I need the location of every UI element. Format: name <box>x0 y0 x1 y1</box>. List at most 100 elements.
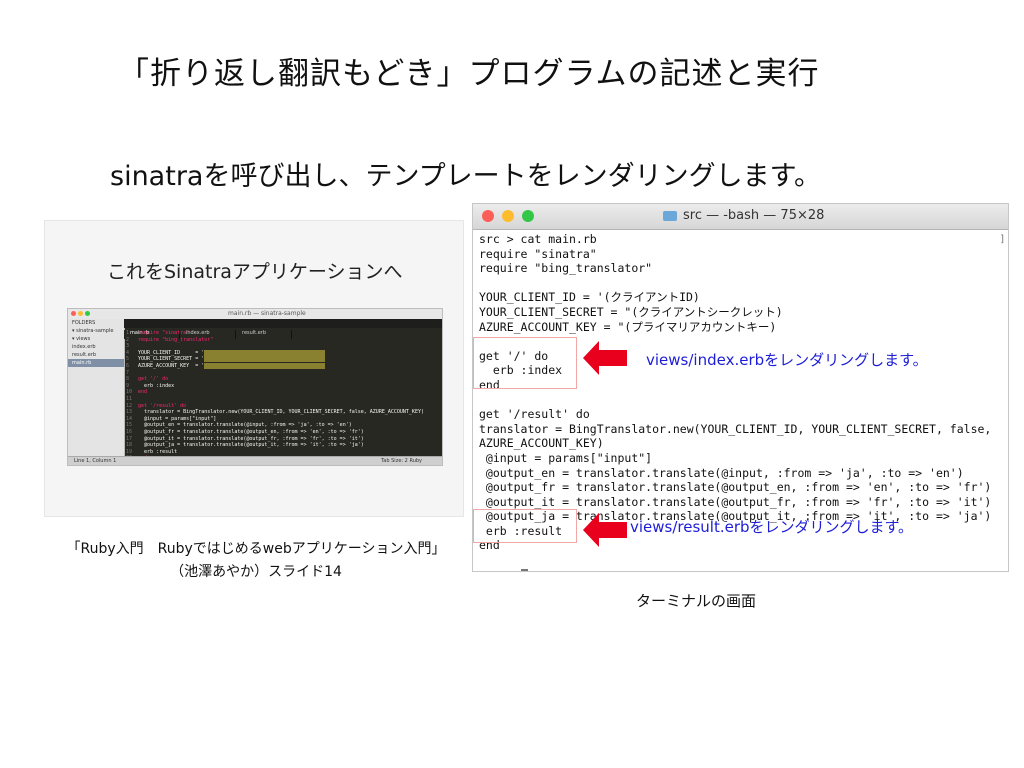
sidebar-item: ▾ views <box>72 336 91 342</box>
left-arrow-icon <box>583 513 627 547</box>
left-arrow-icon <box>583 341 627 375</box>
note-index-render: views/index.erbをレンダリングします。 <box>646 351 928 369</box>
terminal-line: YOUR_CLIENT_SECRET = "(クライアントシークレット) <box>479 304 783 319</box>
editor-code-line: 17 @output_it = translator.translate(@ou… <box>126 436 442 443</box>
minimize-light-icon <box>78 311 83 316</box>
highlight-result-render <box>473 509 577 543</box>
highlight-index-route <box>473 337 577 389</box>
code-text: require "bing_translator" <box>138 336 214 343</box>
editor-code-line: 9 erb :index <box>126 383 442 390</box>
editor-code-line: 8 get '/' do <box>126 376 442 383</box>
code-text: @output_ja = translator.translate(@outpu… <box>138 442 364 449</box>
line-number: 15 <box>126 422 133 429</box>
line-number: 13 <box>126 409 133 416</box>
terminal-line: @input = params["input"] <box>479 450 653 465</box>
editor-code-line: 15 @output_en = translator.translate(@in… <box>126 422 442 429</box>
line-number: 12 <box>126 402 133 409</box>
line-number: 17 <box>126 435 133 442</box>
slide-title: 「折り返し翻訳もどき」プログラムの記述と実行 <box>118 56 820 92</box>
terminal-line: YOUR_CLIENT_ID = '(クライアントID) <box>479 290 700 305</box>
terminal-line: src > <box>479 568 994 571</box>
line-number: 2 <box>126 336 130 343</box>
terminal-line: @output_it = translator.translate(@outpu… <box>479 494 992 509</box>
status-left: Line 1, Column 1 <box>74 458 117 464</box>
terminal-line: translator = BingTranslator.new(YOUR_CLI… <box>479 421 992 436</box>
code-text: @input = params["input"] <box>138 415 217 422</box>
terminal-titlebar: src — -bash — 75×28 <box>473 204 1008 230</box>
editor-code-line: 11 <box>126 396 442 403</box>
code-text: erb :index <box>138 382 175 389</box>
editor-code-area: 1 require "sinatra" 2 require "bing_transla… <box>126 330 442 465</box>
code-text: require "sinatra" <box>138 330 190 336</box>
terminal-line: @output_fr = translator.translate(@outpu… <box>479 480 992 495</box>
editor-code-line: 5 YOUR_CLIENT_SECRET = ' <box>126 356 442 363</box>
sidebar-item: index.erb <box>72 344 96 350</box>
sidebar-item: FOLDERS <box>72 320 96 326</box>
editor-code-line: 18 @output_ja = translator.translate(@ou… <box>126 442 442 449</box>
code-text: YOUR_CLIENT_ID = ' <box>138 349 205 356</box>
terminal-line: get '/result' do <box>479 407 590 422</box>
editor-code-line: 16 @output_fr = translator.translate(@ou… <box>126 429 442 436</box>
caption-line-1: 「Ruby入門 Rubyではじめるwebアプリケーション入門」 <box>66 541 446 557</box>
line-number: 9 <box>126 382 130 389</box>
terminal-line: src > cat main.rb <box>479 232 597 246</box>
sidebar-item: result.erb <box>72 352 97 358</box>
terminal-cursor <box>520 568 528 571</box>
editor-code-line: 4 YOUR_CLIENT_ID = ' <box>126 349 442 357</box>
line-number: 1 <box>126 330 130 336</box>
scroll-bracket-icon: ] <box>1000 234 1004 245</box>
code-text: erb :result <box>138 448 178 455</box>
close-light-icon <box>71 311 76 316</box>
code-text: get '/' do <box>138 376 169 383</box>
code-text: @output_it = translator.translate(@outpu… <box>138 435 364 442</box>
code-text: end <box>138 389 148 396</box>
terminal-line: require "sinatra" <box>479 246 597 261</box>
thumbnail-heading: これをSinatraアプリケーションへ <box>107 261 403 283</box>
sidebar-item-selected: main.rb <box>68 359 124 367</box>
code-text: @output_fr = translator.translate(@outpu… <box>138 428 364 435</box>
line-number: 11 <box>126 395 133 402</box>
line-number: 18 <box>126 442 133 449</box>
line-number: 5 <box>126 356 130 363</box>
minimize-light-icon <box>502 210 514 222</box>
terminal-line: AZURE_ACCOUNT_KEY = "(プライマリアカウントキー) <box>479 319 777 334</box>
note-result-render: views/result.erbをレンダリングします。 <box>630 518 914 536</box>
status-right: Tab Size: 2 Ruby <box>381 458 422 464</box>
editor-code-line: 14 @input = params["input"] <box>126 416 442 423</box>
terminal-caption: ターミナルの画面 <box>636 592 757 610</box>
sidebar-item: ▾ sinatra-sample <box>72 328 114 334</box>
caption-line-2: （池澤あやか）スライド14 <box>170 564 342 580</box>
editor-code-line: 10 end <box>126 389 442 396</box>
terminal-title: src — -bash — 75×28 <box>683 208 825 223</box>
editor-code-line: 6 AZURE_ACCOUNT_KEY = ' <box>126 362 442 370</box>
line-number: 8 <box>126 376 130 383</box>
terminal-line: AZURE_ACCOUNT_KEY) <box>479 436 604 451</box>
line-number: 19 <box>126 448 133 455</box>
terminal-line: @output_en = translator.translate(@input… <box>479 465 964 480</box>
slide-subtitle: sinatraを呼び出し、テンプレートをレンダリングします。 <box>110 161 821 192</box>
thumbnail-caption: 「Ruby入門 Rubyではじめるwebアプリケーション入門」 （池澤あやか）ス… <box>56 538 456 584</box>
editor-window-title: main.rb — sinatra-sample <box>228 310 306 317</box>
line-number: 3 <box>126 343 130 350</box>
code-text: YOUR_CLIENT_SECRET = ' <box>138 356 205 363</box>
redacted-value <box>204 349 325 356</box>
terminal-line: require "bing_translator" <box>479 261 653 276</box>
code-text: AZURE_ACCOUNT_KEY = ' <box>138 362 205 369</box>
editor-tabs: main.rb index.erb result.erb <box>124 319 442 339</box>
editor-code-line: 1 require "sinatra" <box>126 330 442 337</box>
redacted-value <box>204 362 325 369</box>
redacted-value <box>204 356 325 363</box>
zoom-light-icon <box>85 311 90 316</box>
line-number: 14 <box>126 415 133 422</box>
editor-code-line: 7 <box>126 370 442 377</box>
editor-sidebar: FOLDERS ▾ sinatra-sample ▾ views index.e… <box>68 319 125 456</box>
line-number: 7 <box>126 369 130 376</box>
sublime-editor-screenshot: main.rb — sinatra-sample FOLDERS ▾ sinat… <box>67 308 443 466</box>
editor-code-line: 12 get '/result' do <box>126 403 442 410</box>
code-text: get '/result' do <box>138 402 187 409</box>
editor-code-line: 2 require "bing_translator" <box>126 337 442 344</box>
zoom-light-icon <box>522 210 534 222</box>
